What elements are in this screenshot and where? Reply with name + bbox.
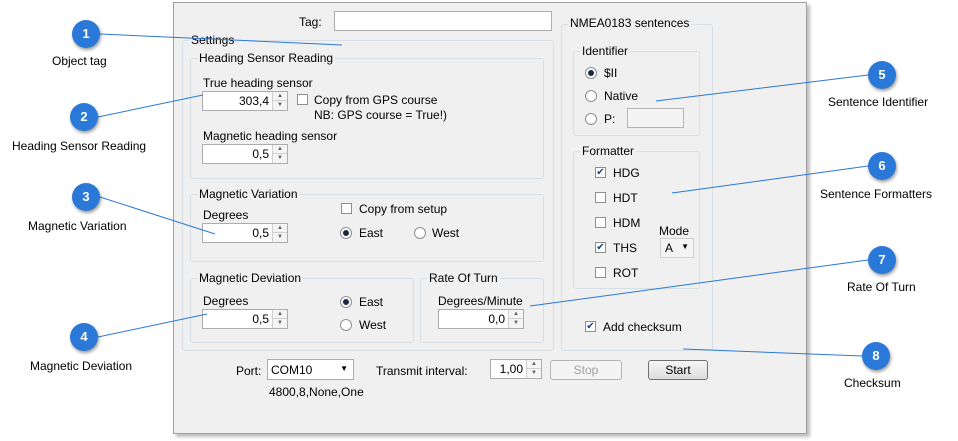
- callout-line-1: [99, 33, 343, 46]
- callout-badge-2: 2: [70, 103, 98, 131]
- callout-label-2: Heading Sensor Reading: [12, 139, 147, 153]
- callout-badge-8: 8: [862, 342, 890, 370]
- callout-label-3: Magnetic Variation: [28, 219, 127, 233]
- callout-label-7: Rate Of Turn: [847, 280, 916, 294]
- callout-lines: [97, 33, 869, 357]
- callout-badge-5: 5: [868, 61, 896, 89]
- callout-line-2: [97, 94, 204, 118]
- callout-badge-1: 1: [72, 20, 100, 48]
- callout-label-6: Sentence Formatters: [820, 187, 933, 201]
- callout-badge-3: 3: [72, 183, 100, 211]
- callout-badge-6: 6: [868, 152, 896, 180]
- callout-label-8: Checksum: [844, 376, 901, 390]
- callout-line-4: [97, 313, 208, 338]
- callout-badge-7: 7: [868, 246, 896, 274]
- callout-line-8: [682, 348, 863, 357]
- callout-label-5: Sentence Identifier: [828, 95, 929, 109]
- callout-label-1: Object tag: [52, 54, 107, 68]
- callout-line-7: [529, 259, 869, 307]
- callout-badge-4: 4: [70, 323, 98, 351]
- callout-label-4: Magnetic Deviation: [30, 359, 133, 373]
